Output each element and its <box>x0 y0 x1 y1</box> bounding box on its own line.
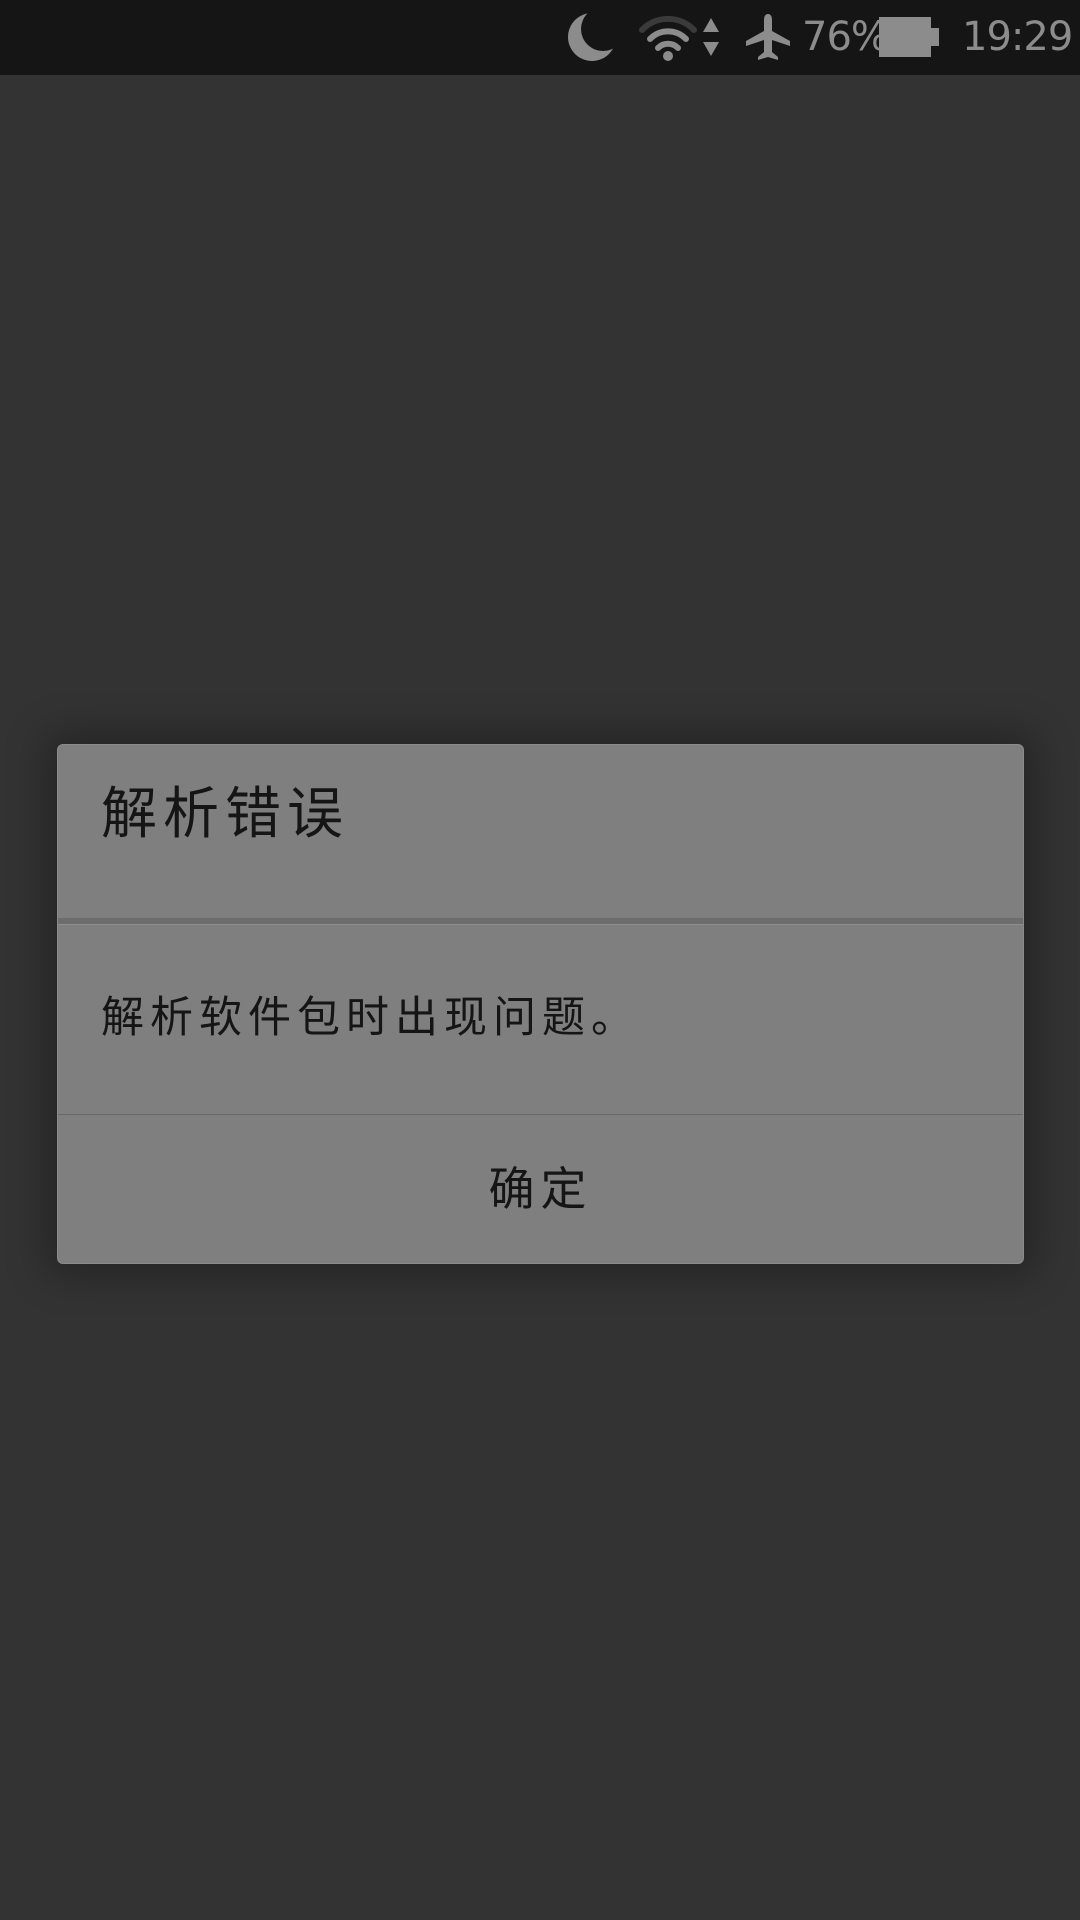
parse-error-dialog: 解析错误 解析软件包时出现问题。 确定 <box>57 744 1024 1264</box>
ok-button[interactable]: 确定 <box>58 1115 1023 1263</box>
moon-icon <box>568 12 618 61</box>
status-bar: 76% 19:29 <box>0 0 1080 75</box>
battery-percent: 76% <box>802 14 889 60</box>
battery-icon <box>879 17 939 57</box>
wifi-icon <box>639 15 697 61</box>
title-divider <box>58 918 1023 925</box>
dialog-title: 解析错误 <box>101 782 349 847</box>
clock: 19:29 <box>962 14 1073 60</box>
airplane-icon <box>746 14 790 60</box>
dialog-message: 解析软件包时出现问题。 <box>101 993 640 1043</box>
data-arrows-icon <box>703 18 719 56</box>
